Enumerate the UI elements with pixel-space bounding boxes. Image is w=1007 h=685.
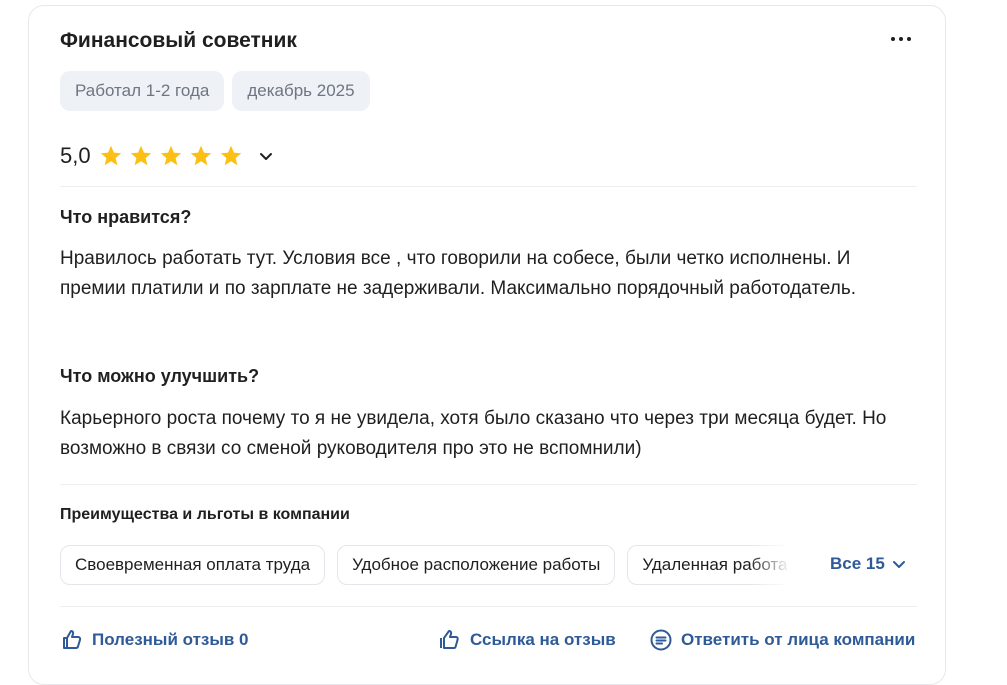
- likes-heading: Что нравится?: [60, 207, 192, 227]
- star-icon: [190, 145, 211, 166]
- benefit-chip[interactable]: Удобное расположение работы: [337, 545, 616, 585]
- chevron-down-icon[interactable]: [257, 147, 275, 165]
- benefit-chip[interactable]: Своевременная оплата труда: [60, 545, 326, 585]
- rating-value: 5,0: [60, 143, 91, 168]
- reply-message-icon: [650, 629, 672, 651]
- link-icon: [440, 630, 459, 649]
- more-options-button[interactable]: [885, 24, 917, 52]
- rating-stars: [99, 144, 243, 168]
- improve-text: Карьерного роста почему то я не увидела,…: [60, 408, 887, 459]
- chevron-down-icon: [892, 561, 905, 568]
- review-card: Финансовый советник Работал 1-2 года дек…: [28, 5, 946, 685]
- reply-as-company-button[interactable]: Ответить от лица компании: [649, 628, 915, 652]
- helpful-label: Полезный отзыв 0: [92, 630, 249, 649]
- thumbs-up-icon: [63, 630, 82, 649]
- all-benefits-button[interactable]: Все 15: [830, 554, 907, 574]
- divider: [60, 484, 917, 485]
- star-icon: [220, 145, 241, 166]
- more-dots-icon: [891, 37, 895, 41]
- review-link-button[interactable]: Ссылка на отзыв: [438, 628, 616, 652]
- all-benefits-label: Все 15: [830, 554, 885, 573]
- divider: [60, 186, 917, 187]
- star-icon: [160, 145, 181, 166]
- benefits-title: Преимущества и льготы в компании: [60, 506, 350, 523]
- helpful-review-button[interactable]: Полезный отзыв 0: [60, 628, 249, 652]
- tag-work-duration: Работал 1-2 года: [60, 71, 225, 111]
- rating-row: 5,0: [60, 138, 275, 174]
- divider: [60, 606, 917, 607]
- likes-text: Нравилось работать тут. Условия все , чт…: [60, 248, 857, 299]
- review-tags: Работал 1-2 года декабрь 2025: [60, 71, 370, 111]
- star-icon: [100, 145, 121, 166]
- benefit-chips: Своевременная оплата труда Удобное распо…: [60, 545, 790, 585]
- review-title: Финансовый советник: [60, 29, 297, 52]
- reply-label: Ответить от лица компании: [681, 630, 916, 649]
- chips-fade: [750, 545, 790, 585]
- review-footer: Полезный отзыв 0 Ссылка на отзыв Ответит…: [60, 628, 920, 658]
- review-link-label: Ссылка на отзыв: [470, 630, 616, 649]
- star-icon: [130, 145, 151, 166]
- improve-heading: Что можно улучшить?: [60, 366, 260, 386]
- tag-review-date: декабрь 2025: [232, 71, 370, 111]
